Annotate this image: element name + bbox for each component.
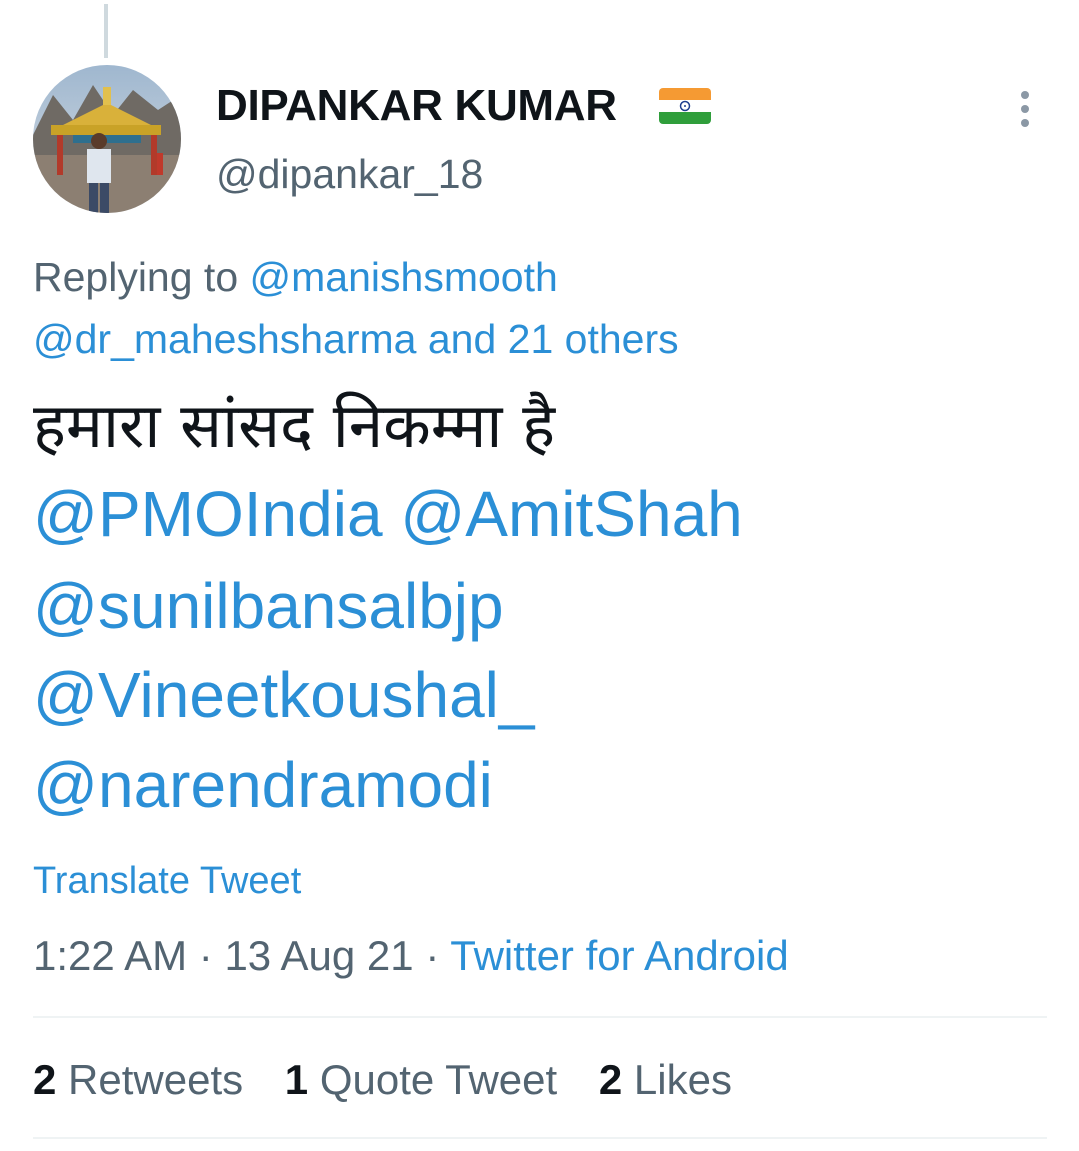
- quote-tweets-count: 1: [284, 1056, 309, 1103]
- tweet-time[interactable]: 1:22 AM: [33, 932, 187, 979]
- tweet-source-link[interactable]: Twitter for Android: [450, 932, 788, 979]
- likes-label: Likes: [633, 1056, 732, 1103]
- retweets-count: 2: [33, 1056, 57, 1103]
- author-handle[interactable]: @dipankar_18: [216, 146, 483, 202]
- meta-separator: ·: [425, 932, 440, 979]
- mention-line-1: @PMOIndia @AmitShah: [33, 474, 743, 554]
- tweet-meta: 1:22 AM · 13 Aug 21 · Twitter for Androi…: [33, 928, 789, 984]
- india-flag-icon: [659, 88, 711, 124]
- translate-tweet-link[interactable]: Translate Tweet: [33, 856, 301, 906]
- mention-sunilbansalbjp[interactable]: @sunilbansalbjp: [33, 566, 504, 646]
- reply-others-link[interactable]: and 21 others: [428, 316, 679, 362]
- retweets-label: Retweets: [68, 1056, 244, 1103]
- avatar-photo: [33, 65, 181, 213]
- mention-narendramodi[interactable]: @narendramodi: [33, 745, 493, 825]
- mention-amitshah[interactable]: @AmitShah: [400, 478, 742, 550]
- replying-to-line-2: @dr_maheshsharma and 21 others: [33, 311, 679, 367]
- divider: [33, 1137, 1047, 1139]
- thread-connector-line: [104, 4, 108, 58]
- mention-pmoindia[interactable]: @PMOIndia: [33, 478, 383, 550]
- quote-tweets-label: Quote Tweet: [319, 1056, 558, 1103]
- quote-tweets-stat[interactable]: 1 Quote Tweet: [285, 1050, 557, 1110]
- divider: [33, 1016, 1047, 1018]
- more-vertical-icon[interactable]: [1004, 88, 1046, 130]
- tweet-text: हमारा सांसद निकम्मा है: [33, 389, 556, 462]
- tweet-date[interactable]: 13 Aug 21: [224, 932, 413, 979]
- likes-count: 2: [598, 1056, 623, 1103]
- engagement-stats: 2 Retweets 1 Quote Tweet 2 Likes: [33, 1050, 762, 1110]
- replying-to-label: Replying to: [33, 254, 239, 300]
- author-display-name[interactable]: DIPANKAR KUMAR: [216, 78, 617, 134]
- mention-vineetkoushal[interactable]: @Vineetkoushal_: [33, 655, 534, 735]
- meta-separator: ·: [198, 932, 213, 979]
- avatar[interactable]: [33, 65, 181, 213]
- reply-mention-manishsmooth[interactable]: @manishsmooth: [250, 254, 558, 300]
- likes-stat[interactable]: 2 Likes: [599, 1050, 732, 1110]
- reply-mention-dr-maheshsharma[interactable]: @dr_maheshsharma: [33, 316, 416, 362]
- replying-to-line: Replying to @manishsmooth: [33, 249, 558, 305]
- retweets-stat[interactable]: 2 Retweets: [33, 1050, 243, 1110]
